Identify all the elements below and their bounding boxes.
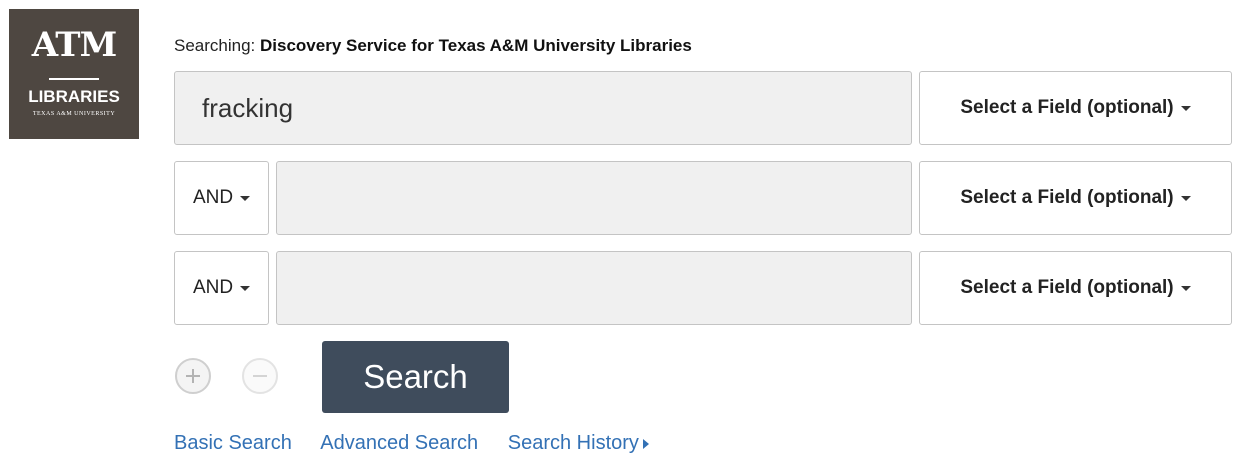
- boolean-operator-select-2[interactable]: AND: [174, 161, 269, 235]
- searching-target: Discovery Service for Texas A&M Universi…: [260, 36, 692, 55]
- advanced-search-link[interactable]: Advanced Search: [320, 432, 478, 454]
- search-input-3[interactable]: [276, 251, 912, 325]
- plus-icon-vertical: [192, 369, 194, 383]
- boolean-operator-3-label: AND: [192, 277, 234, 298]
- chevron-down-icon: [1180, 195, 1191, 201]
- add-row-button[interactable]: [175, 358, 211, 394]
- search-input-1-value: fracking: [202, 92, 294, 123]
- boolean-operator-select-3[interactable]: AND: [174, 251, 269, 325]
- field-select-2-label: Select a Field (optional): [960, 187, 1174, 208]
- caret-right-icon: [642, 438, 649, 449]
- search-input-1[interactable]: fracking: [174, 71, 912, 145]
- search-mode-links: Basic Search Advanced Search Search Hist…: [174, 430, 649, 456]
- logo-title: LIBRARIES: [28, 87, 120, 106]
- logo-subtitle: TEXAS A&M UNIVERSITY: [32, 111, 116, 117]
- chevron-down-icon: [1180, 105, 1191, 111]
- search-input-2[interactable]: [276, 161, 912, 235]
- searching-line: Searching: Discovery Service for Texas A…: [174, 34, 692, 58]
- logo-mark: ATM: [31, 25, 117, 65]
- remove-row-button[interactable]: [242, 358, 278, 394]
- field-select-1-label: Select a Field (optional): [960, 97, 1174, 118]
- chevron-down-icon: [240, 195, 251, 201]
- searching-prefix: Searching:: [174, 36, 256, 55]
- search-button[interactable]: Search: [322, 341, 509, 413]
- field-select-2[interactable]: Select a Field (optional): [919, 161, 1232, 235]
- field-select-3[interactable]: Select a Field (optional): [919, 251, 1232, 325]
- field-select-1[interactable]: Select a Field (optional): [919, 71, 1232, 145]
- tamu-libraries-logo[interactable]: ATM LIBRARIES TEXAS A&M UNIVERSITY: [9, 9, 139, 139]
- minus-icon: [253, 375, 267, 377]
- basic-search-link[interactable]: Basic Search: [174, 432, 292, 454]
- search-history-link[interactable]: Search History: [508, 432, 649, 454]
- boolean-operator-2-label: AND: [192, 187, 234, 208]
- field-select-3-label: Select a Field (optional): [960, 277, 1174, 298]
- logo-rule: [49, 78, 99, 80]
- chevron-down-icon: [240, 285, 251, 291]
- chevron-down-icon: [1180, 285, 1191, 291]
- search-history-label: Search History: [507, 432, 639, 454]
- advanced-search-page: ATM LIBRARIES TEXAS A&M UNIVERSITY Searc…: [0, 0, 1233, 456]
